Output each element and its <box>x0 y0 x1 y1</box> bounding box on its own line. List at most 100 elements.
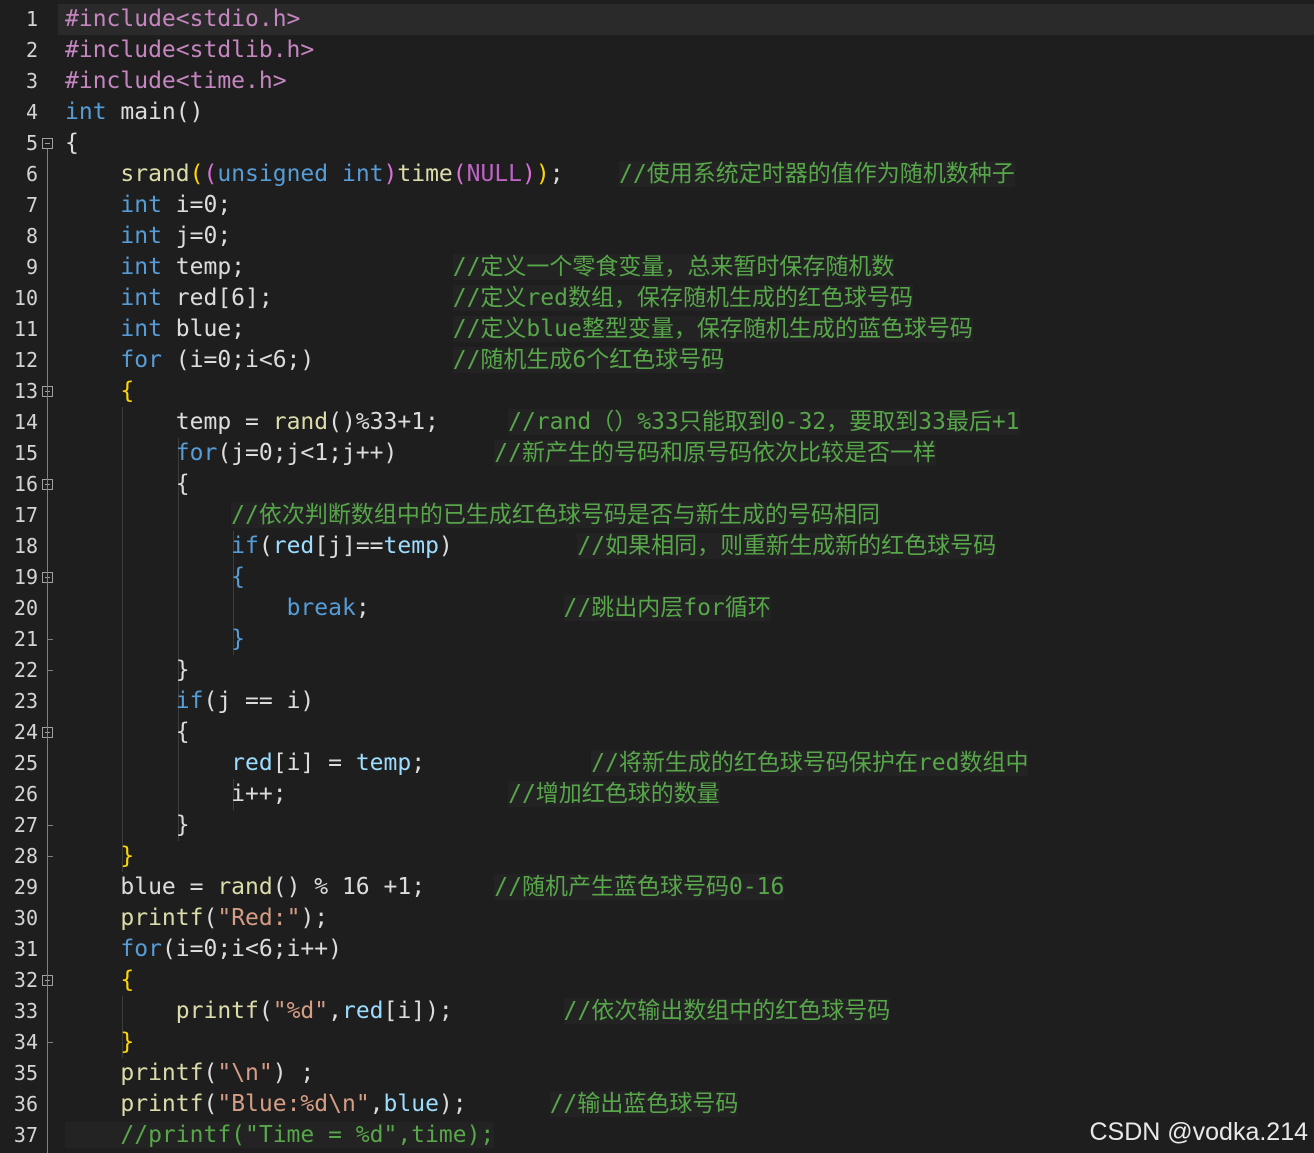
code-line[interactable]: } <box>65 810 190 841</box>
code-token: printf <box>65 1091 204 1117</box>
code-line[interactable]: int j=0; <box>65 221 231 252</box>
code-token: printf <box>65 905 204 931</box>
line-number: 18 <box>13 534 38 558</box>
code-token: { <box>65 967 135 993</box>
code-token: for <box>120 936 162 962</box>
fold-end-mark <box>47 825 53 826</box>
code-line[interactable]: } <box>65 841 134 872</box>
code-token: j=0; <box>161 223 232 249</box>
code-line[interactable]: for(j=0;j<1;j++) //新产生的号码和原号码依次比较是否一样 <box>65 438 936 469</box>
code-line[interactable]: int temp; //定义一个零食变量，总来暂时保存随机数 <box>65 252 895 283</box>
code-line[interactable]: //依次判断数组中的已生成红色球号码是否与新生成的号码相同 <box>65 500 880 531</box>
code-token: , <box>369 1091 384 1117</box>
code-token: red <box>341 998 384 1024</box>
code-line[interactable]: temp = rand()%33+1; //rand（）%33只能取到0-32，… <box>65 407 1020 438</box>
line-number: 22 <box>13 658 38 682</box>
code-line[interactable]: } <box>65 1027 134 1058</box>
fold-end-mark <box>47 639 53 640</box>
code-token: "%d" <box>272 998 329 1024</box>
code-line[interactable]: { <box>65 469 190 500</box>
code-line[interactable]: i++; //增加红色球的数量 <box>65 779 720 810</box>
code-token: #include<time.h> <box>65 68 287 94</box>
code-line[interactable]: red[i] = temp; //将新生成的红色球号码保护在red数组中 <box>65 748 1029 779</box>
code-comment: //输出蓝色球号码 <box>549 1091 739 1117</box>
code-line[interactable]: int main() <box>65 97 203 128</box>
line-number: 33 <box>13 999 38 1023</box>
line-number: 17 <box>13 503 38 527</box>
code-line[interactable]: for (i=0;i<6;) //随机生成6个红色球号码 <box>65 345 725 376</box>
code-line[interactable]: printf("Blue:%d\n",blue); //输出蓝色球号码 <box>65 1089 739 1120</box>
code-token: [j]== <box>314 533 384 559</box>
code-editor[interactable]: 1 2 3 4 5 6 7 8 9 10 11 12 13 14 15 16 17 18 19 20 21 22 23 24 2… <box>0 0 1314 1153</box>
code-token: #include<stdlib.h> <box>65 37 315 63</box>
code-line[interactable]: } <box>65 655 190 686</box>
code-line[interactable]: { <box>65 717 190 748</box>
code-line[interactable]: int red[6]; //定义red数组，保存随机生成的红色球号码 <box>65 283 913 314</box>
line-number: 29 <box>13 875 38 899</box>
code-line[interactable]: srand((unsigned int)time(NULL)); //使用系统定… <box>65 159 1015 190</box>
code-line[interactable]: #include<time.h> <box>65 66 287 97</box>
code-token: rand <box>272 409 329 435</box>
code-token: ; <box>549 161 619 187</box>
code-token: [i] = <box>272 750 356 776</box>
code-token: #include<stdio.h> <box>65 6 301 32</box>
code-line[interactable]: { <box>65 965 134 996</box>
code-line[interactable]: if(red[j]==temp) //如果相同，则重新生成新的红色球号码 <box>65 531 997 562</box>
code-token: } <box>65 1029 135 1055</box>
code-token: ()%33+1; <box>328 409 509 435</box>
watermark: CSDN @vodka.214 <box>1089 1118 1308 1146</box>
code-line[interactable]: #include<stdio.h> <box>65 4 300 35</box>
code-token: } <box>65 812 190 838</box>
code-line[interactable]: { <box>65 128 79 159</box>
code-token: ) <box>438 533 578 559</box>
line-number: 14 <box>13 410 38 434</box>
code-token: ) <box>522 161 536 187</box>
code-token: blue = <box>65 874 218 900</box>
code-line[interactable]: printf("Red:"); <box>65 903 328 934</box>
code-token: time <box>397 161 453 187</box>
code-token: } <box>65 626 246 652</box>
code-token: for <box>175 440 218 466</box>
code-comment: //定义blue整型变量，保存随机生成的蓝色球号码 <box>452 316 973 342</box>
code-token: } <box>65 657 190 683</box>
code-token: (j=0;j<1;j++) <box>217 440 495 466</box>
code-comment: //依次输出数组中的红色球号码 <box>563 998 891 1024</box>
code-token: { <box>65 471 190 497</box>
code-token: int <box>120 316 162 342</box>
line-number: 8 <box>25 224 38 248</box>
code-line[interactable]: printf("\n") ; <box>65 1058 314 1089</box>
code-token: blue; <box>161 316 453 342</box>
code-line[interactable]: { <box>65 376 134 407</box>
code-line[interactable]: for(i=0;i<6;i++) <box>65 934 342 965</box>
code-token: ) <box>535 161 550 187</box>
code-line[interactable]: { <box>65 562 245 593</box>
line-number: 21 <box>13 627 38 651</box>
code-line[interactable]: int i=0; <box>65 190 231 221</box>
code-line[interactable]: #include<stdlib.h> <box>65 35 314 66</box>
code-token: "Blue:%d\n" <box>217 1091 370 1117</box>
code-token: ( <box>189 161 204 187</box>
code-line[interactable]: break; //跳出内层for循环 <box>65 593 771 624</box>
code-line[interactable]: } <box>65 624 245 655</box>
code-token: { <box>65 564 246 590</box>
code-line[interactable]: blue = rand() % 16 +1; //随机产生蓝色球号码0-16 <box>65 872 785 903</box>
line-number: 26 <box>13 782 38 806</box>
code-comment: //将新生成的红色球号码保护在red数组中 <box>591 750 1029 776</box>
fold-end-mark <box>47 1042 53 1043</box>
fold-end-mark <box>47 856 53 857</box>
fold-toggle-icon[interactable] <box>42 138 53 149</box>
code-line[interactable]: if(j == i) <box>65 686 314 717</box>
code-line[interactable]: int blue; //定义blue整型变量，保存随机生成的蓝色球号码 <box>65 314 973 345</box>
code-line[interactable]: //printf("Time = %d",time); <box>65 1120 495 1151</box>
code-line[interactable]: printf("%d",red[i]); //依次输出数组中的红色球号码 <box>65 996 891 1027</box>
line-number: 36 <box>13 1092 38 1116</box>
line-number: 16 <box>13 472 38 496</box>
